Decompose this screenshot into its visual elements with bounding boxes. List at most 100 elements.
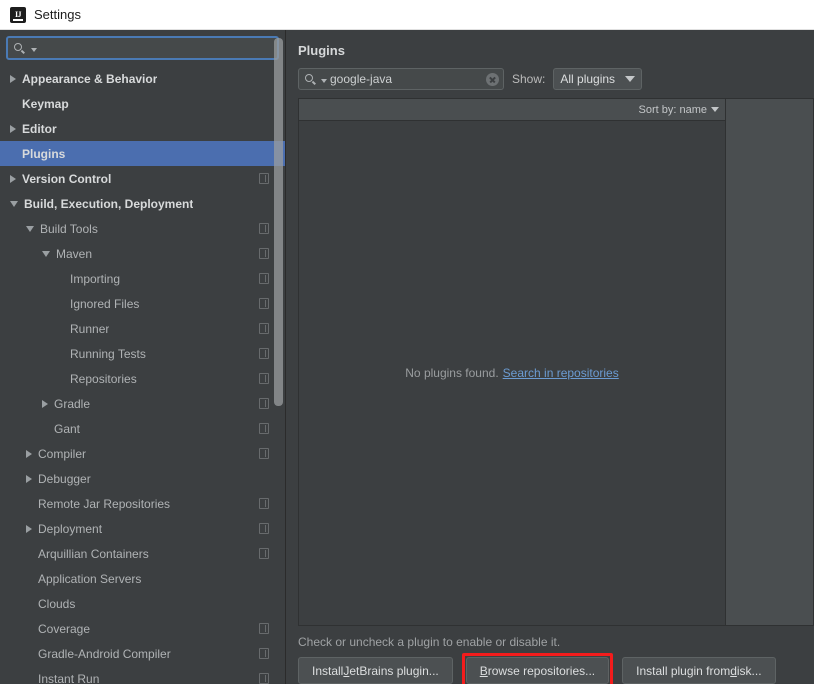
chevron-down-icon[interactable] bbox=[10, 200, 18, 207]
plugin-list-region: Sort by: name No plugins found. Search i… bbox=[298, 98, 814, 626]
sidebar-item-label: Runner bbox=[70, 321, 110, 336]
button-label-pre: Install plugin from bbox=[636, 663, 731, 678]
project-scope-icon bbox=[259, 498, 269, 509]
chevron-down-icon[interactable] bbox=[26, 225, 34, 232]
sidebar-item-label: Editor bbox=[22, 121, 57, 136]
plugin-list-header[interactable]: Sort by: name bbox=[299, 99, 725, 121]
sidebar-item-label: Instant Run bbox=[38, 671, 100, 684]
chevron-down-icon bbox=[625, 76, 636, 82]
show-filter-label: Show: bbox=[512, 72, 546, 86]
sidebar-item-label: Importing bbox=[70, 271, 121, 286]
sidebar-item-build-execution-deployment[interactable]: Build, Execution, Deployment bbox=[0, 191, 285, 216]
project-scope-icon bbox=[259, 298, 269, 309]
button-mnemonic: d bbox=[730, 663, 737, 678]
chevron-right-icon[interactable] bbox=[42, 399, 48, 408]
sidebar-item-runner[interactable]: Runner bbox=[0, 316, 285, 341]
sidebar-item-version-control[interactable]: Version Control bbox=[0, 166, 285, 191]
project-scope-icon bbox=[259, 373, 269, 384]
project-scope-icon bbox=[259, 623, 269, 634]
sidebar-item-compiler[interactable]: Compiler bbox=[0, 441, 285, 466]
project-scope-icon bbox=[259, 423, 269, 434]
search-in-repositories-link[interactable]: Search in repositories bbox=[503, 366, 619, 380]
sidebar-scrollbar-thumb[interactable] bbox=[274, 38, 283, 406]
project-scope-icon bbox=[259, 348, 269, 359]
project-scope-icon bbox=[259, 248, 269, 259]
plugin-list[interactable]: Sort by: name No plugins found. Search i… bbox=[298, 98, 726, 626]
project-scope-icon bbox=[259, 673, 269, 684]
plugin-search-input[interactable]: google-java bbox=[298, 68, 504, 90]
chevron-down-icon[interactable] bbox=[31, 48, 37, 52]
button-mnemonic: B bbox=[479, 663, 488, 678]
sidebar-item-repositories[interactable]: Repositories bbox=[0, 366, 285, 391]
chevron-right-icon[interactable] bbox=[26, 524, 32, 533]
sidebar-item-deployment[interactable]: Deployment bbox=[0, 516, 285, 541]
browse-repositories-button[interactable]: Browse repositories... bbox=[465, 657, 610, 684]
plugins-button-row: Install JetBrains plugin... Browse reposi… bbox=[286, 649, 814, 684]
sidebar-item-maven[interactable]: Maven bbox=[0, 241, 285, 266]
sidebar-item-label: Clouds bbox=[38, 596, 76, 611]
sidebar-item-label: Version Control bbox=[22, 171, 112, 186]
sidebar-item-appearance-behavior[interactable]: Appearance & Behavior bbox=[0, 66, 285, 91]
sidebar-item-running-tests[interactable]: Running Tests bbox=[0, 341, 285, 366]
project-scope-icon bbox=[259, 448, 269, 459]
sidebar-item-ignored-files[interactable]: Ignored Files bbox=[0, 291, 285, 316]
sidebar-item-importing[interactable]: Importing bbox=[0, 266, 285, 291]
sidebar-item-remote-jar-repositories[interactable]: Remote Jar Repositories bbox=[0, 491, 285, 516]
search-icon bbox=[14, 42, 27, 55]
chevron-down-icon[interactable] bbox=[321, 79, 327, 83]
button-label-post: isk... bbox=[736, 663, 762, 678]
search-icon bbox=[305, 73, 318, 86]
clear-search-icon[interactable] bbox=[486, 72, 499, 86]
sidebar-item-build-tools[interactable]: Build Tools bbox=[0, 216, 285, 241]
plugins-panel: Plugins google-java Show: All plugins So… bbox=[286, 30, 814, 684]
empty-state-text: No plugins found. bbox=[405, 366, 499, 380]
sidebar-item-gradle-android-compiler[interactable]: Gradle-Android Compiler bbox=[0, 641, 285, 666]
sidebar-item-label: Gradle bbox=[54, 396, 91, 411]
sidebar-item-clouds[interactable]: Clouds bbox=[0, 591, 285, 616]
sidebar-item-gradle[interactable]: Gradle bbox=[0, 391, 285, 416]
chevron-right-icon[interactable] bbox=[26, 449, 32, 458]
sort-by-label: Sort by: name bbox=[638, 103, 707, 116]
sidebar-search-input[interactable] bbox=[6, 36, 279, 60]
button-label-post: rowse repositories... bbox=[487, 663, 596, 678]
empty-state: No plugins found. Search in repositories bbox=[299, 121, 725, 625]
install-plugin-from-disk-button[interactable]: Install plugin from d isk... bbox=[622, 657, 776, 684]
sidebar-item-label: Repositories bbox=[70, 371, 137, 386]
sidebar-item-debugger[interactable]: Debugger bbox=[0, 466, 285, 491]
sidebar-item-arquillian-containers[interactable]: Arquillian Containers bbox=[0, 541, 285, 566]
sidebar-item-plugins[interactable]: Plugins bbox=[0, 141, 285, 166]
sidebar-item-label: Arquillian Containers bbox=[38, 546, 149, 561]
intellij-idea-icon bbox=[10, 6, 26, 23]
project-scope-icon bbox=[259, 273, 269, 284]
sidebar-item-instant-run[interactable]: Instant Run bbox=[0, 666, 285, 684]
sidebar-item-label: Compiler bbox=[38, 446, 87, 461]
sidebar-item-label: Running Tests bbox=[70, 346, 146, 361]
sidebar-item-keymap[interactable]: Keymap bbox=[0, 91, 285, 116]
sidebar-item-coverage[interactable]: Coverage bbox=[0, 616, 285, 641]
install-jetbrains-plugin-button[interactable]: Install JetBrains plugin... bbox=[298, 657, 453, 684]
chevron-down-icon[interactable] bbox=[42, 250, 50, 257]
sidebar-item-label: Deployment bbox=[38, 521, 103, 536]
settings-sidebar: Appearance & Behavior Keymap Editor Plugins… bbox=[0, 30, 286, 684]
sidebar-item-label: Debugger bbox=[38, 471, 91, 486]
chevron-right-icon[interactable] bbox=[10, 74, 16, 83]
sidebar-item-label: Application Servers bbox=[38, 571, 142, 586]
sidebar-item-gant[interactable]: Gant bbox=[0, 416, 285, 441]
sidebar-item-editor[interactable]: Editor bbox=[0, 116, 285, 141]
chevron-right-icon[interactable] bbox=[10, 124, 16, 133]
settings-tree[interactable]: Appearance & Behavior Keymap Editor Plugins… bbox=[0, 66, 285, 684]
chevron-right-icon[interactable] bbox=[26, 474, 32, 483]
sidebar-item-label: Coverage bbox=[38, 621, 91, 636]
chevron-right-icon[interactable] bbox=[10, 174, 16, 183]
sidebar-item-label: Build Tools bbox=[40, 221, 98, 236]
plugins-toolbar: google-java Show: All plugins bbox=[286, 58, 814, 98]
project-scope-icon bbox=[259, 223, 269, 234]
project-scope-icon bbox=[259, 523, 269, 534]
sidebar-item-label: Appearance & Behavior bbox=[22, 71, 158, 86]
button-label-post: etBrains plugin... bbox=[349, 663, 439, 678]
sidebar-scrollbar[interactable] bbox=[274, 36, 283, 684]
show-filter-dropdown[interactable]: All plugins bbox=[553, 68, 643, 90]
sidebar-item-application-servers[interactable]: Application Servers bbox=[0, 566, 285, 591]
sidebar-item-label: Remote Jar Repositories bbox=[38, 496, 171, 511]
sidebar-item-label: Keymap bbox=[22, 96, 69, 111]
